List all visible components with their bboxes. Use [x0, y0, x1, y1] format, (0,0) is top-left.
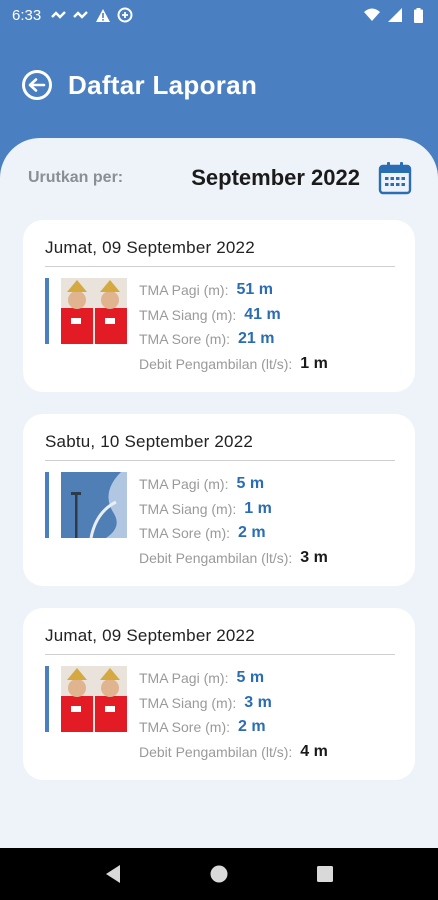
debit-label: Debit Pengambilan (lt/s):: [139, 355, 293, 372]
report-values: TMA Pagi (m): 5 m TMA Siang (m): 3 m TMA S…: [139, 666, 328, 764]
accent-bar: [45, 666, 49, 732]
system-nav-bar: [0, 848, 438, 900]
report-card[interactable]: Jumat, 09 September 2022 TMA Pagi (m): 5 …: [23, 608, 415, 780]
warning-icon: [95, 7, 111, 23]
tma-siang-label: TMA Siang (m):: [139, 500, 237, 517]
triangle-back-icon: [106, 865, 120, 883]
tma-siang-label: TMA Siang (m):: [139, 306, 237, 323]
notification-wave-icon: [51, 7, 67, 23]
report-photo: [61, 278, 127, 344]
nav-recents-button[interactable]: [310, 859, 340, 889]
tma-pagi-value: 5 m: [236, 669, 265, 687]
report-card[interactable]: Sabtu, 10 September 2022 TMA Pagi (m): 5 …: [23, 414, 415, 586]
sort-row: Urutkan per: September 2022: [28, 158, 412, 198]
data-saver-icon: [117, 7, 133, 23]
tma-siang-value: 41 m: [244, 305, 281, 323]
tma-sore-label: TMA Sore (m):: [139, 719, 231, 736]
nav-back-button[interactable]: [98, 859, 128, 889]
calendar-icon: [378, 162, 412, 195]
nav-home-button[interactable]: [204, 859, 234, 889]
debit-value: 3 m: [300, 548, 328, 566]
report-values: TMA Pagi (m): 5 m TMA Siang (m): 1 m TMA S…: [139, 472, 328, 570]
tma-sore-value: 21 m: [238, 330, 275, 348]
report-values: TMA Pagi (m): 51 m TMA Siang (m): 41 m TMA…: [139, 278, 328, 376]
notification-wave-icon: [73, 7, 89, 23]
tma-siang-value: 1 m: [244, 499, 272, 517]
selected-month[interactable]: September 2022: [191, 165, 360, 191]
battery-icon: [410, 7, 426, 23]
divider: [45, 266, 395, 267]
square-recents-icon: [317, 866, 333, 882]
report-card[interactable]: Jumat, 09 September 2022 TMA Pagi (m): 51…: [23, 220, 415, 392]
tma-pagi-value: 51 m: [236, 281, 273, 299]
tma-sore-value: 2 m: [238, 524, 266, 542]
tma-sore-label: TMA Sore (m):: [139, 525, 231, 542]
accent-bar: [45, 278, 49, 344]
tma-sore-value: 2 m: [238, 718, 266, 736]
status-bar: 6:33: [0, 0, 438, 30]
page-title: Daftar Laporan: [68, 69, 258, 100]
app-bar: Daftar Laporan: [0, 30, 438, 140]
back-button[interactable]: [22, 70, 52, 100]
report-photo: [61, 472, 127, 538]
sort-label: Urutkan per:: [28, 169, 124, 186]
arrow-left-icon: [28, 78, 46, 92]
tma-pagi-label: TMA Pagi (m):: [139, 670, 229, 687]
divider: [45, 654, 395, 655]
tma-siang-label: TMA Siang (m):: [139, 694, 237, 711]
report-date: Sabtu, 10 September 2022: [45, 432, 254, 451]
calendar-button[interactable]: [378, 161, 412, 195]
wifi-icon: [364, 7, 380, 23]
debit-label: Debit Pengambilan (lt/s):: [139, 743, 293, 760]
tma-pagi-label: TMA Pagi (m):: [139, 282, 229, 299]
report-date: Jumat, 09 September 2022: [45, 626, 255, 645]
content-sheet: Urutkan per: September 2022 Jumat, 09 Se…: [0, 138, 438, 848]
report-photo: [61, 666, 127, 732]
accent-bar: [45, 472, 49, 538]
status-time: 6:33: [12, 6, 42, 24]
circle-home-icon: [210, 865, 228, 883]
debit-value: 1 m: [300, 354, 328, 372]
tma-pagi-value: 5 m: [236, 475, 265, 493]
tma-pagi-label: TMA Pagi (m):: [139, 476, 229, 493]
debit-label: Debit Pengambilan (lt/s):: [139, 549, 293, 566]
report-date: Jumat, 09 September 2022: [45, 238, 255, 257]
tma-siang-value: 3 m: [244, 693, 272, 711]
debit-value: 4 m: [300, 742, 328, 760]
tma-sore-label: TMA Sore (m):: [139, 331, 231, 348]
divider: [45, 460, 395, 461]
signal-icon: [387, 7, 403, 23]
